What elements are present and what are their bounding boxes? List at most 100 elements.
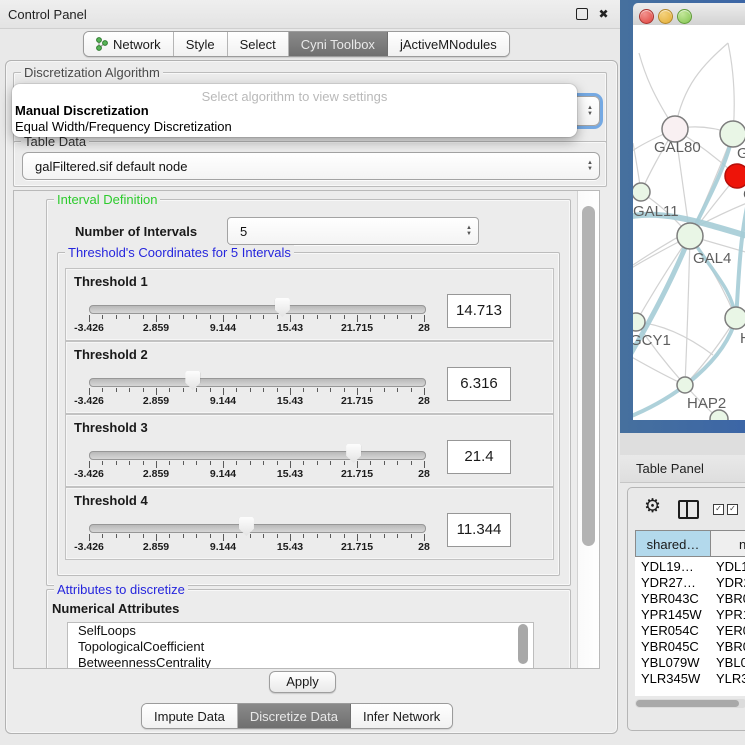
minimize-traffic-light[interactable]: [658, 9, 673, 24]
tab-cyni-toolbox[interactable]: Cyni Toolbox: [289, 32, 388, 56]
table-row[interactable]: YPR145W YPR1: [635, 607, 745, 623]
cell-name[interactable]: YDL1: [716, 559, 745, 575]
top-tab-bar: Network StyleSelectCyni ToolboxjActiveMNo…: [83, 31, 510, 57]
panel-divider: [620, 433, 745, 455]
tab-discretize-data[interactable]: Discretize Data: [238, 704, 351, 728]
cell-shared-name[interactable]: YIL052C: [641, 687, 692, 688]
settings-scroll-viewport: Interval Definition Number of Intervals …: [13, 190, 600, 669]
cell-shared-name[interactable]: YLR345W: [641, 671, 700, 687]
cell-shared-name[interactable]: YPR145W: [641, 607, 702, 623]
split-columns-icon[interactable]: [678, 500, 699, 519]
cell-name[interactable]: YBL0: [716, 655, 745, 671]
slider-track[interactable]: [89, 524, 426, 533]
threshold-label: Threshold 1: [74, 274, 148, 289]
checkbox-icon[interactable]: ✓: [713, 504, 724, 515]
slider-track[interactable]: [89, 378, 426, 387]
network-window-titlebar[interactable]: [633, 3, 745, 26]
main-vertical-scrollbar[interactable]: [577, 191, 600, 668]
cell-name[interactable]: YER0: [716, 623, 745, 639]
table-row[interactable]: YER054C YER0: [635, 623, 745, 639]
thresholds-group: Threshold's Coordinates for 5 Intervals …: [57, 252, 560, 576]
tab-infer-network[interactable]: Infer Network: [351, 704, 452, 728]
table-row[interactable]: YBR043C YBR0: [635, 591, 745, 607]
table-panel-title: Table Panel: [636, 461, 704, 476]
algorithm-dropdown-popup: Select algorithm to view settings Manual…: [12, 84, 577, 137]
attribute-item[interactable]: SelfLoops: [68, 623, 533, 639]
checkbox-icon[interactable]: ✓: [727, 504, 738, 515]
popup-option-manual-discretization[interactable]: Manual Discretization: [14, 103, 575, 119]
cell-name[interactable]: YBR0: [716, 639, 745, 655]
numerical-attributes-label: Numerical Attributes: [52, 601, 179, 616]
cell-shared-name[interactable]: YER054C: [641, 623, 699, 639]
close-traffic-light[interactable]: [639, 9, 654, 24]
table-row[interactable]: YDR27… YDR2: [635, 575, 745, 591]
popup-hint: Select algorithm to view settings: [12, 89, 577, 104]
attributes-group: Attributes to discretize Numerical Attri…: [46, 589, 571, 669]
network-icon: [96, 37, 108, 51]
tab-impute-data[interactable]: Impute Data: [142, 704, 238, 728]
threshold-label: Threshold 2: [74, 347, 148, 362]
node-label: GAL11: [633, 203, 679, 220]
table-row[interactable]: YDL19… YDL1: [635, 559, 745, 575]
table-row[interactable]: YBR045C YBR0: [635, 639, 745, 655]
intervals-value: 5: [228, 224, 460, 239]
cell-shared-name[interactable]: YBR043C: [641, 591, 699, 607]
threshold-value-field[interactable]: 14.713: [447, 294, 511, 328]
threshold-value-field[interactable]: 21.4: [447, 440, 511, 474]
cell-name[interactable]: YIL0: [716, 687, 743, 688]
node-label: GAL4: [693, 250, 731, 267]
tab-style[interactable]: Style: [174, 32, 228, 56]
slider-track[interactable]: [89, 451, 426, 460]
tab-select[interactable]: Select: [228, 32, 289, 56]
numerical-attributes-list[interactable]: SelfLoopsTopologicalCoefficientBetweenne…: [67, 622, 534, 669]
network-node: [725, 307, 745, 329]
table-row[interactable]: YBL079W YBL0: [635, 655, 745, 671]
table-horizontal-scrollbar[interactable]: [635, 699, 745, 708]
node-attribute-table[interactable]: shared… n YDL19…YDL1YDR27…YDR2YBR043CYBR…: [635, 530, 745, 696]
node-label: GAL80: [654, 139, 701, 156]
table-header-shared[interactable]: shared…: [635, 530, 711, 557]
node-label: H: [740, 330, 745, 347]
attributes-list-scrollbar[interactable]: [518, 624, 528, 664]
tab-label: Network: [113, 37, 161, 52]
cell-name[interactable]: YPR1: [716, 607, 745, 623]
threshold-value-field[interactable]: 6.316: [447, 367, 511, 401]
number-of-intervals-label: Number of Intervals: [75, 224, 197, 239]
combo-arrows-icon: ▲▼: [581, 161, 599, 172]
threshold-value-field[interactable]: 11.344: [447, 513, 511, 547]
tab-network[interactable]: Network: [84, 32, 174, 56]
zoom-traffic-light[interactable]: [677, 9, 692, 24]
cell-shared-name[interactable]: YDL19…: [641, 559, 694, 575]
network-canvas[interactable]: GAL80GACGAL11GAL4GCY1HHAP2: [633, 25, 745, 420]
table-data-combo-value: galFiltered.sif default node: [23, 159, 581, 174]
cell-name[interactable]: YBR0: [716, 591, 745, 607]
close-icon[interactable]: ✖: [597, 8, 610, 21]
slider-track[interactable]: [89, 305, 426, 314]
table-data-combobox[interactable]: galFiltered.sif default node ▲▼: [22, 152, 600, 180]
thresholds-group-title: Threshold's Coordinates for 5 Intervals: [65, 245, 294, 260]
number-of-intervals-spinner[interactable]: 5 ▲▼: [227, 217, 479, 245]
bottom-tab-bar: Impute DataDiscretize DataInfer Network: [141, 703, 453, 729]
gear-icon[interactable]: ⚙: [644, 497, 661, 516]
attribute-item[interactable]: BetweennessCentrality: [68, 655, 533, 669]
h-scroll-thumb[interactable]: [636, 700, 739, 707]
table-header-name[interactable]: n: [710, 530, 745, 557]
scrollbar-thumb[interactable]: [582, 206, 595, 546]
slider-tick-labels: -3.4262.8599.14415.4321.71528: [89, 468, 424, 481]
apply-button[interactable]: Apply: [269, 671, 336, 693]
table-row[interactable]: YIL052C YIL0: [635, 687, 745, 688]
attribute-item[interactable]: TopologicalCoefficient: [68, 639, 533, 655]
table-panel: ⚙ ✓ ✓ shared… n YDL19…YDL1YDR27…YDR2YBR0…: [627, 487, 745, 731]
float-window-icon[interactable]: [576, 8, 588, 20]
cell-shared-name[interactable]: YDR27…: [641, 575, 696, 591]
table-row[interactable]: YLR345W YLR3: [635, 671, 745, 687]
cell-name[interactable]: YLR3: [716, 671, 745, 687]
threshold-panel-4: Threshold 4-3.4262.8599.14415.4321.71528…: [65, 487, 554, 560]
tab-jactivemnodules[interactable]: jActiveMNodules: [388, 32, 509, 56]
cell-shared-name[interactable]: YBL079W: [641, 655, 700, 671]
network-node: [677, 223, 703, 249]
control-panel-titlebar: Control Panel ✖: [0, 0, 620, 29]
cell-name[interactable]: YDR2: [716, 575, 745, 591]
cell-shared-name[interactable]: YBR045C: [641, 639, 699, 655]
popup-option-equal-width-frequency[interactable]: Equal Width/Frequency Discretization: [14, 119, 575, 135]
